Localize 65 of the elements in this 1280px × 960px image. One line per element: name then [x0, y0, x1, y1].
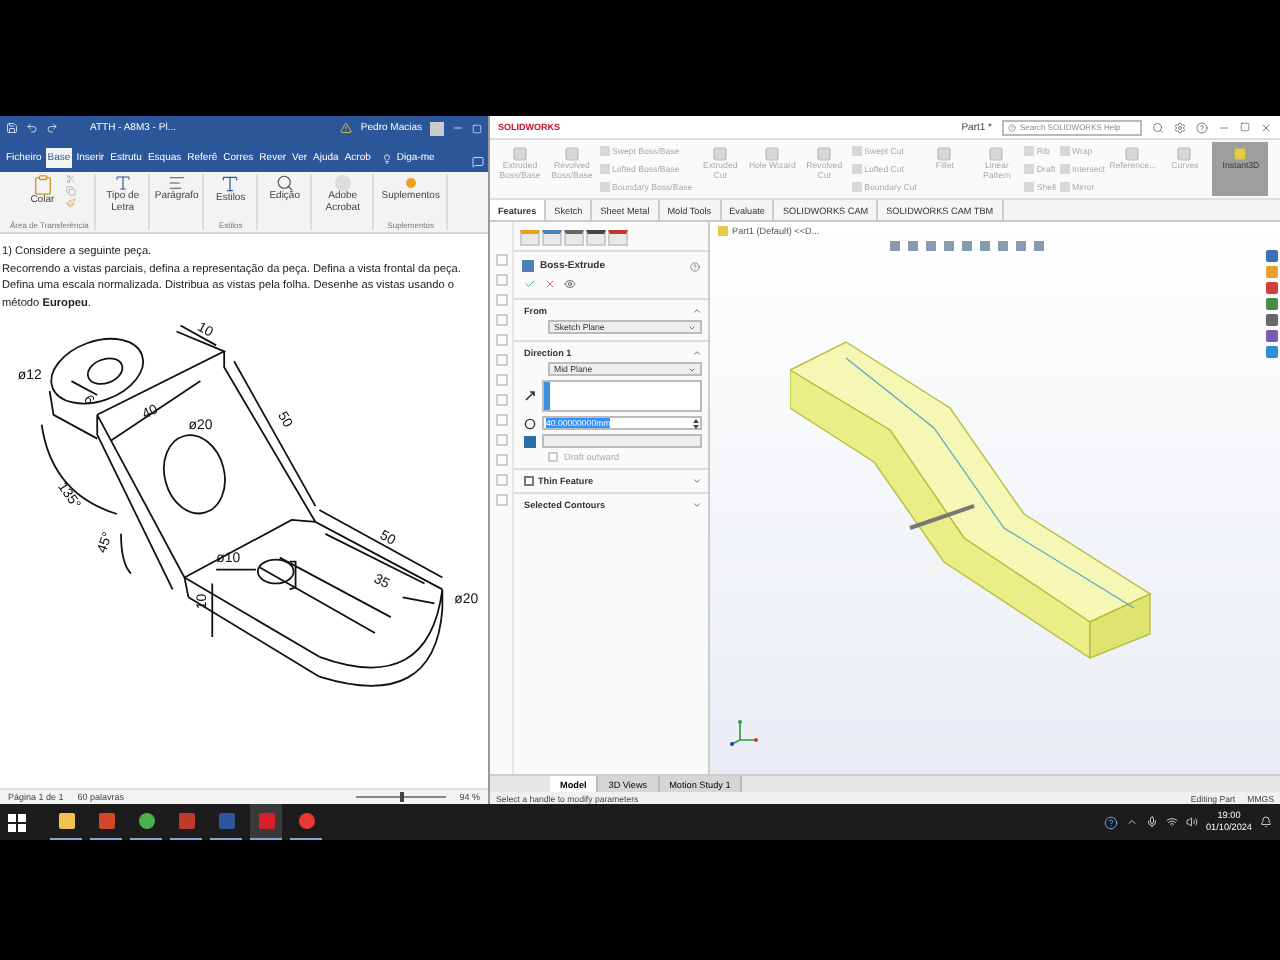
zoom-thumb[interactable]	[400, 792, 405, 802]
help-icon	[1008, 123, 1016, 131]
help-icon[interactable]	[1196, 121, 1208, 133]
presentation-app-icon[interactable]	[97, 812, 115, 830]
avatar-icon	[430, 121, 444, 135]
tray-caret-icon[interactable]	[1126, 816, 1138, 828]
arrow-icon	[524, 390, 536, 402]
preview-icon[interactable]	[564, 278, 576, 290]
feature-icon	[712, 146, 729, 162]
clipboard-icon	[31, 174, 54, 196]
redo-icon[interactable]	[46, 122, 58, 134]
help-icon[interactable]	[1104, 815, 1118, 829]
wifi-icon[interactable]	[1166, 816, 1178, 828]
search-icon[interactable]	[1152, 121, 1164, 133]
microphone-icon[interactable]	[1146, 816, 1158, 828]
ok-icon[interactable]	[524, 278, 536, 290]
browser-icon[interactable]	[137, 812, 155, 830]
save-icon[interactable]	[6, 122, 18, 134]
cancel-icon[interactable]	[544, 278, 556, 290]
comments-icon[interactable]	[472, 156, 484, 168]
feature-icon	[1176, 146, 1193, 162]
find-icon	[275, 174, 294, 192]
feature-icon	[1124, 146, 1141, 162]
record-icon[interactable]	[297, 812, 315, 830]
draft-icon	[524, 435, 536, 447]
view-toolbar-drawing[interactable]	[890, 240, 1050, 252]
styles-icon	[220, 174, 241, 194]
feature-icon	[936, 146, 953, 162]
axis-triad-drawing	[730, 718, 758, 746]
warning-icon	[340, 122, 353, 134]
taskbar-app[interactable]	[250, 804, 282, 840]
cad-app-icon[interactable]	[257, 812, 275, 830]
minimize-icon[interactable]	[1218, 121, 1230, 133]
lightbulb-icon	[382, 153, 393, 163]
font-icon	[113, 174, 132, 192]
minimize-icon[interactable]	[452, 122, 464, 134]
start-icon[interactable]	[8, 813, 26, 831]
maximize-icon[interactable]	[1240, 122, 1250, 132]
feature-icon	[988, 146, 1005, 162]
feature-icon	[564, 146, 580, 162]
copy-icon[interactable]	[66, 186, 77, 196]
feature-icon	[816, 146, 833, 162]
paragraph-icon	[167, 174, 186, 192]
collapse-icon[interactable]	[692, 348, 702, 358]
feature-icon	[512, 146, 528, 162]
spinner-icon[interactable]	[692, 417, 700, 429]
extrude-icon	[522, 260, 534, 272]
volume-icon[interactable]	[1186, 816, 1198, 828]
collapse-icon[interactable]	[692, 306, 702, 316]
expand-icon[interactable]	[692, 476, 702, 486]
feature-icon	[1232, 146, 1249, 162]
close-icon[interactable]	[1260, 121, 1272, 133]
expand-icon[interactable]	[692, 500, 702, 510]
checkbox[interactable]	[524, 476, 534, 486]
settings-icon[interactable]	[1174, 121, 1186, 133]
folder-icon[interactable]	[57, 812, 75, 830]
format-painter-icon[interactable]	[66, 198, 77, 208]
addin-icon	[401, 174, 420, 192]
depth-icon	[524, 417, 536, 429]
part-icon	[718, 226, 728, 236]
undo-icon[interactable]	[26, 122, 38, 134]
notification-icon[interactable]	[1260, 816, 1272, 828]
app-icon[interactable]	[177, 812, 195, 830]
draft-field[interactable]	[542, 434, 702, 448]
feature-icon	[764, 146, 781, 162]
